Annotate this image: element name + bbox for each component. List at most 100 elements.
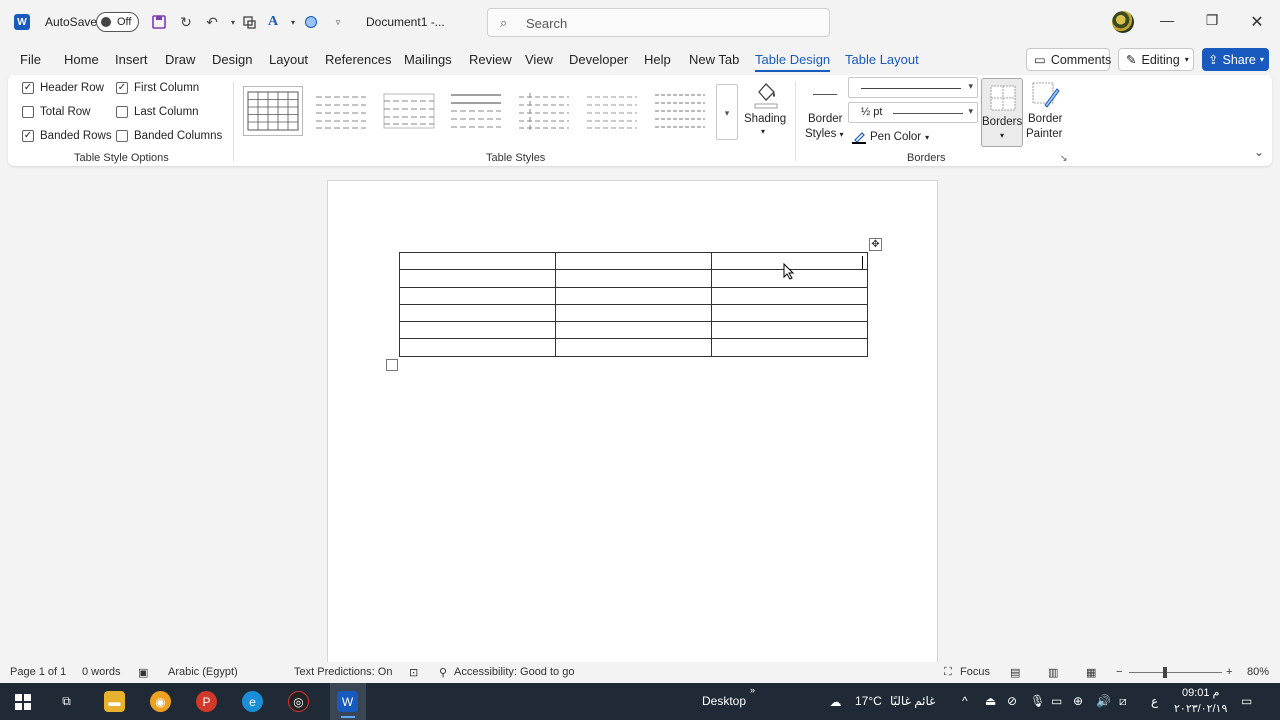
gallery-more-icon[interactable]: ▾ (716, 84, 738, 140)
tab-developer[interactable]: Developer (569, 52, 628, 67)
file-explorer-icon[interactable]: ▬ (104, 691, 125, 712)
tab-layout[interactable]: Layout (269, 52, 308, 67)
search-box[interactable]: ⌕ Search (487, 8, 830, 37)
autosave-toggle[interactable]: Off (96, 12, 139, 32)
line-style-select[interactable]: ▾ (848, 77, 978, 98)
table-cell[interactable] (399, 269, 556, 288)
restore-icon[interactable]: ❐ (1202, 12, 1222, 32)
table-cell[interactable] (399, 251, 556, 271)
language-status[interactable]: Arabic (Egypt) (168, 666, 238, 678)
document-title[interactable]: Document1 -... (366, 15, 445, 29)
proofing-icon[interactable]: ▣ (138, 666, 148, 679)
table-cell[interactable] (711, 286, 868, 305)
table-style-plain-3[interactable] (446, 86, 506, 136)
borders-button[interactable]: Borders ▾ (981, 78, 1023, 147)
shading-label[interactable]: Shading (744, 113, 786, 125)
table-cell[interactable] (711, 303, 868, 323)
screen-recorder-icon[interactable]: ◎ (288, 691, 309, 712)
chrome-icon[interactable]: ◉ (150, 691, 171, 712)
task-view-icon[interactable]: ⧉ (56, 691, 77, 712)
zoom-out-icon[interactable]: − (1116, 666, 1122, 678)
table-style-plain-5[interactable] (582, 86, 642, 136)
minimize-icon[interactable]: — (1157, 12, 1177, 32)
display-icon[interactable]: ⧄ (1119, 694, 1127, 709)
tab-draw[interactable]: Draw (165, 52, 195, 67)
font-color-dropdown-icon[interactable]: ▾ (284, 13, 302, 31)
header-row-checkbox[interactable]: ✓ Header Row (22, 82, 104, 94)
border-styles-label-2[interactable]: Styles ▾ (805, 128, 844, 140)
editing-button[interactable]: ✎ Editing ▾ (1118, 48, 1194, 71)
first-column-checkbox[interactable]: ✓ First Column (116, 82, 199, 94)
table-cell[interactable] (711, 321, 868, 340)
word-count[interactable]: 0 words (82, 666, 121, 678)
table-cell[interactable] (555, 303, 712, 323)
tab-new-tab[interactable]: New Tab (689, 52, 739, 67)
table-cell[interactable] (555, 321, 712, 340)
border-painter-icon[interactable] (1031, 81, 1061, 111)
web-layout-icon[interactable]: ▦ (1086, 666, 1096, 679)
table-cell[interactable] (399, 321, 556, 340)
banded-columns-checkbox[interactable]: Banded Columns (116, 130, 222, 142)
undo-icon[interactable]: ↶ (203, 13, 221, 31)
table-cell[interactable] (555, 251, 712, 271)
table-move-handle-icon[interactable]: ✥ (869, 238, 882, 251)
table-cell[interactable] (555, 269, 712, 288)
battery-icon[interactable]: ▭ (1051, 694, 1062, 708)
table-style-plain-2[interactable] (379, 86, 439, 136)
table-style-plain-1[interactable] (311, 86, 371, 136)
zoom-slider[interactable] (1129, 667, 1222, 678)
format-painter-icon[interactable] (240, 13, 258, 31)
close-icon[interactable]: ✕ (1247, 12, 1267, 32)
customize-toolbar-icon[interactable]: ▿ (329, 13, 347, 31)
document-page[interactable]: ✥ (327, 180, 938, 662)
table-style-plain-4[interactable] (514, 86, 574, 136)
pen-color-button[interactable]: Pen Color ▾ (852, 130, 929, 144)
collapse-ribbon-icon[interactable]: ⌄ (1254, 145, 1264, 159)
word-taskbar-button[interactable]: W (330, 683, 366, 720)
notifications-muted-icon[interactable]: ⊘ (1007, 694, 1017, 708)
tab-references[interactable]: References (325, 52, 391, 67)
text-predictions-status[interactable]: Text Predictions: On (294, 666, 392, 678)
desktop-toolbar[interactable]: Desktop (702, 694, 746, 708)
usb-icon[interactable]: ⏏ (985, 694, 996, 708)
table-cell[interactable] (555, 338, 712, 357)
dialog-launcher-icon[interactable]: ↘ (1060, 153, 1068, 164)
zoom-in-icon[interactable]: + (1226, 666, 1232, 678)
table-style-grid[interactable] (243, 86, 303, 136)
chevron-down-icon[interactable]: ▾ (761, 127, 765, 136)
table-cell[interactable] (399, 338, 556, 357)
redo-icon[interactable]: ↻ (177, 13, 195, 31)
focus-icon[interactable]: ⛶ (944, 666, 952, 679)
tab-help[interactable]: Help (644, 52, 671, 67)
table-style-grid-light[interactable] (650, 86, 710, 136)
table-cell[interactable] (399, 286, 556, 305)
document-table[interactable] (399, 251, 868, 357)
weather-condition[interactable]: غائم غالبًا (890, 694, 935, 708)
macro-icon[interactable]: ⊡ (409, 666, 418, 679)
page-count[interactable]: Page 1 of 1 (10, 666, 66, 678)
tab-review[interactable]: Review (469, 52, 512, 67)
table-cell[interactable] (399, 303, 556, 323)
tab-home[interactable]: Home (64, 52, 99, 67)
microphone-icon[interactable]: 🎙 (1030, 694, 1045, 708)
read-mode-icon[interactable]: ▤ (1010, 666, 1020, 679)
shape-icon[interactable] (302, 13, 320, 31)
table-cell[interactable] (711, 338, 868, 357)
input-language-indicator[interactable]: ع (1151, 694, 1158, 708)
weather-cloud-icon[interactable]: ☁ (825, 691, 846, 712)
border-painter-label-2[interactable]: Painter (1026, 128, 1062, 140)
toolbar-expand-icon[interactable]: » (750, 685, 755, 695)
windows-start-icon[interactable] (12, 691, 33, 712)
notification-center-icon[interactable]: ▭ (1241, 694, 1252, 708)
tab-view[interactable]: View (525, 52, 553, 67)
accessibility-status[interactable]: Accessibility: Good to go (454, 666, 574, 678)
powerpoint-icon[interactable]: P (196, 691, 217, 712)
focus-label[interactable]: Focus (960, 666, 990, 678)
clock-date[interactable]: ٢٠٢٣/٠٢/١٩ (1174, 702, 1227, 715)
line-weight-select[interactable]: ½ pt ▾ (848, 102, 978, 123)
tab-table-layout[interactable]: Table Layout (845, 52, 919, 67)
border-painter-label-1[interactable]: Border (1028, 113, 1063, 125)
paint-bucket-icon[interactable] (753, 80, 779, 110)
total-row-checkbox[interactable]: Total Row (22, 106, 91, 118)
table-cell[interactable] (555, 286, 712, 305)
